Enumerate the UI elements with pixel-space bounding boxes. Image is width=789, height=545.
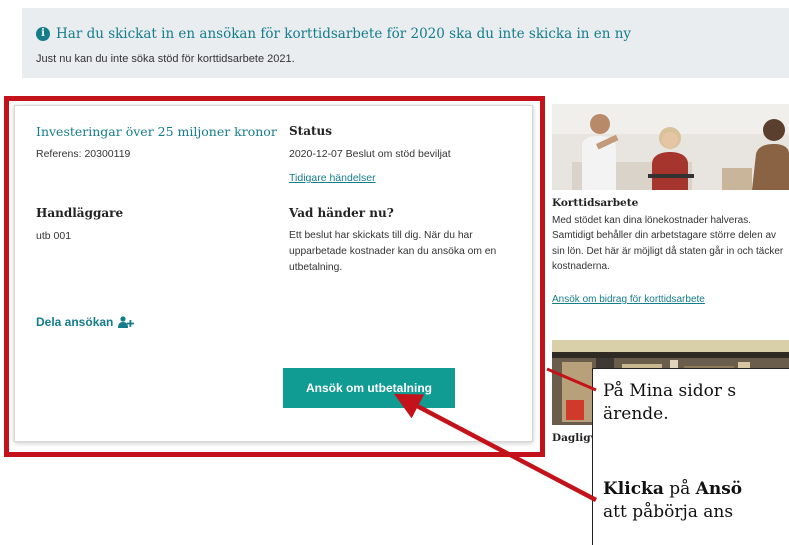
share-label: Dela ansökan [36,315,114,329]
apply-payout-button[interactable]: Ansök om utbetalning [283,368,455,408]
callout-line1: På Mina sidor s [603,381,737,401]
handler-heading: Handläggare [36,206,124,220]
callout-ansok-word: Ansö [695,479,743,499]
next-steps-text: Ett beslut har skickats till dig. När du… [289,230,497,273]
callout-click-word: Klicka [603,479,664,499]
handler-value: utb 001 [36,230,72,242]
callout-line3: Klicka på Ansö [603,478,742,501]
korttidsarbete-link[interactable]: Ansök om bidrag för korttidsarbete [552,294,705,305]
instruction-callout: På Mina sidor s ärende. Klicka på Ansö a… [592,368,789,545]
callout-line4: att påbörja ans [603,502,734,522]
case-card: Investeringar över 25 miljoner kronor Re… [14,105,533,442]
history-link[interactable]: Tidigare händelser [289,172,376,184]
banner-title-text: Har du skickat in en ansökan för korttid… [56,26,632,42]
store-article-title: Dagligv [552,432,597,444]
next-steps-heading: Vad händer nu? [289,206,394,220]
add-person-icon [118,316,135,328]
status-heading: Status [289,124,333,138]
banner-title: i Har du skickat in en ansökan för kortt… [36,26,631,42]
case-reference: Referens: 20300119 [36,148,131,160]
share-application-link[interactable]: Dela ansökan [36,315,135,329]
korttidsarbete-title: Korttidsarbete [552,197,639,209]
status-value: 2020-12-07 Beslut om stöd beviljat [289,148,451,160]
callout-on-word: på [663,479,696,499]
callout-line2: ärende. [603,404,669,424]
case-title: Investeringar över 25 miljoner kronor [36,124,277,139]
info-icon: i [36,27,50,41]
banner-subtitle: Just nu kan du inte söka stöd för kortti… [36,53,295,65]
info-banner: i Har du skickat in en ansökan för kortt… [22,8,789,78]
korttidsarbete-photo [552,104,789,190]
korttidsarbete-text: Med stödet kan dina lönekostnader halver… [552,215,784,273]
